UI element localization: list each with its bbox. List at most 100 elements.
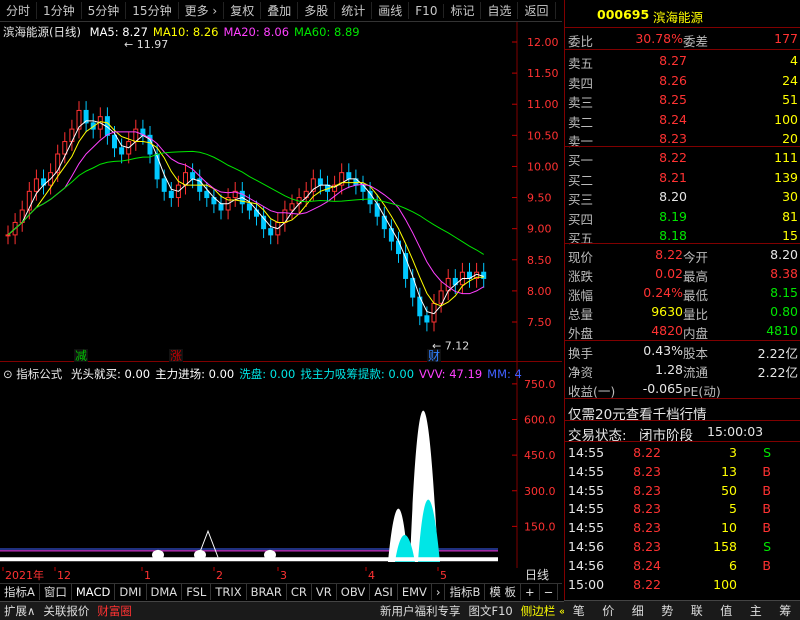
quote-tab-7[interactable]: 筹 [779,602,791,619]
price-tick-label: 7.50 [527,316,552,329]
tick-row-5: 14:56 8.23 158 S [565,537,800,556]
indicator-tab-15[interactable]: 模 板 [485,584,522,600]
weibi-row: 委比 30.78% 委差 177 [565,29,800,49]
toolbar-item-11[interactable]: 标记 [444,2,482,19]
tick-row-3: 14:55 8.23 5 B [565,499,800,518]
quote-tab-2[interactable]: 细 [632,602,644,619]
tick-row-0: 14:55 8.22 3 S [565,443,800,462]
sell-volume: 51 [782,92,798,107]
price-tick-label: 10.50 [527,129,559,142]
toolbar-item-0[interactable]: 分时 [0,2,38,19]
indicator-tab-17[interactable]: − [540,584,559,600]
candle-body [396,240,401,255]
sell-label: 卖四 [568,75,594,91]
sell-price: 8.23 [659,131,687,146]
collapse-icon[interactable]: ⊙ [3,367,13,381]
tick-row-7: 15:00 8.22 100 [565,575,800,594]
indicator-panel[interactable]: 750.0 600.0 450.0 300.0 150.0 [0,362,562,568]
indicator-tab-2[interactable]: MACD [72,584,116,600]
indicator-tab-12[interactable]: EMV [398,584,432,600]
indicator-tab-14[interactable]: 指标B [445,584,486,600]
indicator-name[interactable]: 指标公式 [16,367,62,381]
toolbar-item-6[interactable]: 叠加 [261,2,299,19]
toolbar-item-10[interactable]: F10 [409,3,445,18]
tick-row-4: 14:55 8.23 10 B [565,518,800,537]
indicator-tab-7[interactable]: BRAR [247,584,287,600]
status-right-2[interactable]: 侧边栏 « [517,603,570,619]
toolbar-item-9[interactable]: 画线 [372,2,410,19]
indicator-tab-3[interactable]: DMI [115,584,147,600]
event-mark-1[interactable]: 涨 [170,348,182,363]
quote-panel: 000695 滨海能源 委比 30.78% 委差 177 卖五 8.27 4 卖四 8.26 24 卖三… [564,0,800,600]
status-right-1[interactable]: 图文F10 [465,603,517,619]
toolbar-item-13[interactable]: 返回 [518,2,556,19]
tick-time: 14:55 [568,445,605,460]
quote-tab-1[interactable]: 价 [602,602,614,619]
status-left-1[interactable]: 关联报价 [39,603,93,619]
sell-volume: 4 [790,53,798,68]
stock-code: 000695 [597,7,650,22]
indicator-tab-0[interactable]: 指标A [0,584,40,600]
indicator-tab-8[interactable]: CR [287,584,312,600]
indicator-tab-10[interactable]: OBV [337,584,371,600]
separator [565,146,800,147]
candle-body [190,172,196,180]
toolbar-item-12[interactable]: 自选 [481,2,519,19]
quote-tab-5[interactable]: 值 [720,602,732,619]
indicator-value-0: 光头就买: 0.00 [70,367,151,381]
candle-body [346,172,352,180]
indicator-tab-5[interactable]: FSL [182,584,212,600]
indicator-value-1: 主力进场: 0.00 [155,367,235,381]
time-tick-label: 1 [144,569,151,582]
candle-body [268,228,274,236]
toolbar-item-5[interactable]: 复权 [224,2,262,19]
quote-tab-4[interactable]: 联 [691,602,703,619]
indicator-tick-label: 750.0 [524,378,556,391]
indicator-tab-1[interactable]: 窗口 [40,584,72,600]
event-mark-0[interactable]: 减 [75,349,87,363]
status-left-2[interactable]: 财富圈 [93,603,136,619]
indicator-tab-6[interactable]: TRIX [211,584,247,600]
quote-tab-6[interactable]: 主 [750,602,762,619]
indicator-tab-4[interactable]: DMA [147,584,183,600]
toolbar-item-8[interactable]: 统计 [335,2,373,19]
stat-value: 0.43% [643,343,683,358]
buy-price: 8.18 [659,228,687,243]
indicator-tab-9[interactable]: VR [312,584,337,600]
sell-level-1: 卖四 8.26 24 [565,71,800,91]
price-tick-label: 11.50 [527,67,559,80]
period-selector[interactable]: 日线 [525,568,549,582]
indicator-tabs: 指标A 窗口 MACD DMI DMA FSL TRIX BRAR CR VR OBV ASI EMV ›… [0,583,562,600]
stat-value: 8.22 [655,247,683,262]
event-mark-2[interactable]: 财 [428,349,440,363]
status-left-0[interactable]: 扩展∧ [0,603,39,619]
price-tick-label: 8.50 [527,254,552,267]
separator [565,441,800,442]
toolbar-item-4[interactable]: 更多 › [179,2,225,19]
toolbar-item-3[interactable]: 15分钟 [126,2,179,19]
tick-side: B [762,482,771,498]
toolbar-item-2[interactable]: 5分钟 [82,2,127,19]
toolbar-item-7[interactable]: 多股 [298,2,336,19]
top-toolbar: 分时 1分钟 5分钟 15分钟 更多 › 复权 叠加 多股 统计 画线 F10 标记 自选 返回 [0,0,562,22]
ma-line-3 [7,150,484,255]
stat-row-3: 总量 9630 量比 0.80 [565,302,800,322]
candle-body [204,190,210,199]
quote-tab-3[interactable]: 势 [661,602,673,619]
tick-side: S [763,445,771,460]
indicator-tab-16[interactable]: + [521,584,540,600]
toolbar-item-1[interactable]: 1分钟 [37,2,82,19]
tick-time: 14:55 [568,482,605,498]
stat-value: 1.28 [655,362,683,377]
indicator-tab-13[interactable]: › [432,584,446,600]
kline-chart-panel[interactable]: 12.00 11.50 11.00 10.50 10.00 9.50 9.00 8.50 8.0… [0,22,562,363]
stat-value: 4820 [651,323,683,338]
buy-price: 8.21 [659,169,687,185]
status-left: 扩展∧ 关联报价 财富圈 [0,603,136,619]
status-right-0[interactable]: 新用户福利专享 [376,603,465,619]
stock-header: 000695 滨海能源 [565,5,800,25]
tick-price: 8.22 [633,576,661,592]
quote-tab-0[interactable]: 笔 [573,602,585,619]
tick-time: 14:55 [568,520,605,536]
indicator-tab-11[interactable]: ASI [370,584,398,600]
